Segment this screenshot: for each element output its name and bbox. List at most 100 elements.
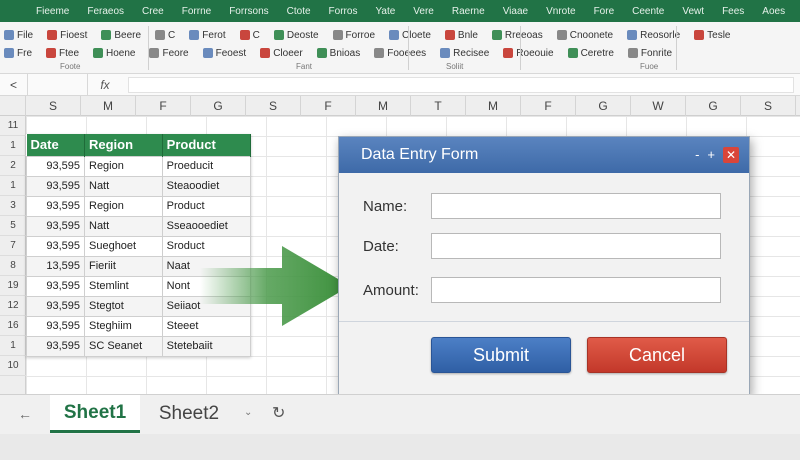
date-cell[interactable]: 93,595 — [26, 195, 85, 217]
column-header[interactable]: F — [521, 96, 576, 116]
amount-field[interactable] — [431, 277, 721, 303]
row-header[interactable]: 10 — [0, 356, 26, 376]
product-cell[interactable]: Steaoodiet — [161, 175, 252, 197]
ribbon-button[interactable]: Roeouie — [503, 48, 554, 59]
ribbon-button[interactable]: Fonrite — [627, 48, 672, 59]
date-cell[interactable]: 93,595 — [26, 335, 85, 357]
column-header[interactable]: M — [81, 96, 136, 116]
ribbon-button[interactable]: Beere — [101, 30, 141, 41]
minimize-icon[interactable]: - — [695, 148, 699, 162]
region-cell[interactable]: Sueghoet — [84, 235, 163, 257]
ribbon-tab[interactable]: Vewt — [682, 6, 704, 17]
refresh-icon[interactable]: ↻ — [272, 403, 285, 423]
date-cell[interactable]: 93,595 — [26, 315, 85, 337]
region-cell[interactable]: Stegtot — [84, 295, 163, 317]
dialog-titlebar[interactable]: Data Entry Form - + ✕ — [339, 137, 749, 173]
ribbon-tab[interactable]: Ctote — [287, 6, 311, 17]
column-header[interactable]: M — [466, 96, 521, 116]
formula-input[interactable] — [128, 76, 794, 93]
ribbon-tab[interactable]: Vere — [413, 6, 434, 17]
date-cell[interactable]: 93,595 — [26, 215, 85, 237]
region-cell[interactable]: Natt — [84, 175, 163, 197]
ribbon-tab[interactable]: Feraeos — [87, 6, 124, 17]
ribbon-button[interactable]: Reosorle — [627, 30, 680, 41]
region-cell[interactable]: Natt — [84, 215, 163, 237]
ribbon-tab[interactable]: Fees — [722, 6, 744, 17]
table-header-date[interactable]: Date — [26, 134, 85, 156]
ribbon-button[interactable]: Cloete — [389, 30, 431, 41]
name-field[interactable] — [431, 193, 721, 219]
insert-function-button[interactable]: fx — [88, 78, 122, 92]
ribbon-button[interactable]: Ftee — [46, 48, 79, 59]
ribbon-button[interactable]: File — [4, 30, 33, 41]
row-header[interactable]: 3 — [0, 196, 26, 216]
ribbon-button[interactable]: Rreeoas — [491, 30, 543, 41]
column-header[interactable]: M — [356, 96, 411, 116]
row-header[interactable]: 1 — [0, 176, 26, 196]
date-cell[interactable]: 93,595 — [26, 295, 85, 317]
ribbon-button[interactable]: Recisee — [440, 48, 489, 59]
column-header[interactable]: W — [631, 96, 686, 116]
row-header[interactable]: 16 — [0, 316, 26, 336]
ribbon-button[interactable]: C — [155, 30, 175, 41]
product-cell[interactable]: Sseaooediet — [161, 215, 252, 237]
row-header[interactable]: 19 — [0, 276, 26, 296]
region-cell[interactable]: Fieriit — [84, 255, 163, 277]
ribbon-tab[interactable]: Vnrote — [546, 6, 575, 17]
date-field[interactable] — [431, 233, 721, 259]
table-header-product[interactable]: Product — [162, 134, 252, 156]
ribbon-button[interactable]: Fioest — [47, 30, 87, 41]
ribbon-button[interactable]: Tesle — [694, 30, 731, 41]
row-header[interactable]: 11 — [0, 116, 26, 136]
select-all-corner[interactable] — [0, 96, 26, 116]
sheet-tab-sheet1[interactable]: Sheet1 — [50, 395, 140, 433]
ribbon-button[interactable]: Fooeees — [374, 48, 426, 59]
ribbon-button[interactable]: Ferot — [189, 30, 226, 41]
ribbon-tab[interactable]: Forrne — [182, 6, 211, 17]
date-cell[interactable]: 93,595 — [26, 235, 85, 257]
ribbon-tab[interactable]: Raerne — [452, 6, 485, 17]
cancel-button[interactable]: Cancel — [587, 337, 727, 373]
row-header[interactable]: 1 — [0, 336, 26, 356]
name-box[interactable]: < — [0, 73, 28, 96]
row-header[interactable]: 2 — [0, 156, 26, 176]
ribbon-tab[interactable]: Forros — [329, 6, 358, 17]
column-header[interactable]: T — [411, 96, 466, 116]
row-header[interactable]: 5 — [0, 216, 26, 236]
ribbon-button[interactable]: Ceretre — [567, 48, 614, 59]
row-header[interactable]: 1 — [0, 136, 26, 156]
column-header[interactable]: S — [26, 96, 81, 116]
ribbon-button[interactable]: Hoene — [93, 48, 135, 59]
close-icon[interactable]: ✕ — [723, 147, 739, 163]
ribbon-button[interactable]: Forroe — [332, 30, 375, 41]
ribbon-tab[interactable]: Aoes — [762, 6, 785, 17]
column-header[interactable]: S — [741, 96, 796, 116]
ribbon-button[interactable]: Deoste — [273, 30, 319, 41]
row-header[interactable]: 7 — [0, 236, 26, 256]
date-cell[interactable]: 13,595 — [26, 255, 85, 277]
ribbon-button[interactable]: Cnoonete — [556, 30, 613, 41]
table-header-region[interactable]: Region — [84, 134, 163, 156]
column-header[interactable]: G — [576, 96, 631, 116]
column-header[interactable]: S — [246, 96, 301, 116]
ribbon-tab[interactable]: Cree — [142, 6, 164, 17]
region-cell[interactable]: Region — [84, 195, 163, 217]
ribbon-button[interactable]: Bnle — [444, 30, 478, 41]
sheet-tab-sheet2[interactable]: Sheet2 — [144, 395, 234, 433]
ribbon-button[interactable]: C — [239, 30, 260, 41]
ribbon-tab[interactable]: Forrsons — [229, 6, 268, 17]
region-cell[interactable]: SC Seanet — [84, 335, 163, 357]
ribbon-tab[interactable]: Fore — [594, 6, 615, 17]
column-header[interactable]: F — [136, 96, 191, 116]
row-header[interactable]: 8 — [0, 256, 26, 276]
chevron-down-icon[interactable]: ⌄ — [244, 407, 252, 418]
region-cell[interactable]: Stemlint — [84, 275, 163, 297]
ribbon-button[interactable]: Feore — [149, 48, 189, 59]
restore-icon[interactable]: + — [707, 148, 715, 162]
date-cell[interactable]: 93,595 — [26, 275, 85, 297]
column-header[interactable]: G — [686, 96, 741, 116]
product-cell[interactable]: Product — [161, 195, 252, 217]
column-header[interactable]: F — [301, 96, 356, 116]
date-cell[interactable]: 93,595 — [26, 175, 85, 197]
row-header[interactable]: 12 — [0, 296, 26, 316]
